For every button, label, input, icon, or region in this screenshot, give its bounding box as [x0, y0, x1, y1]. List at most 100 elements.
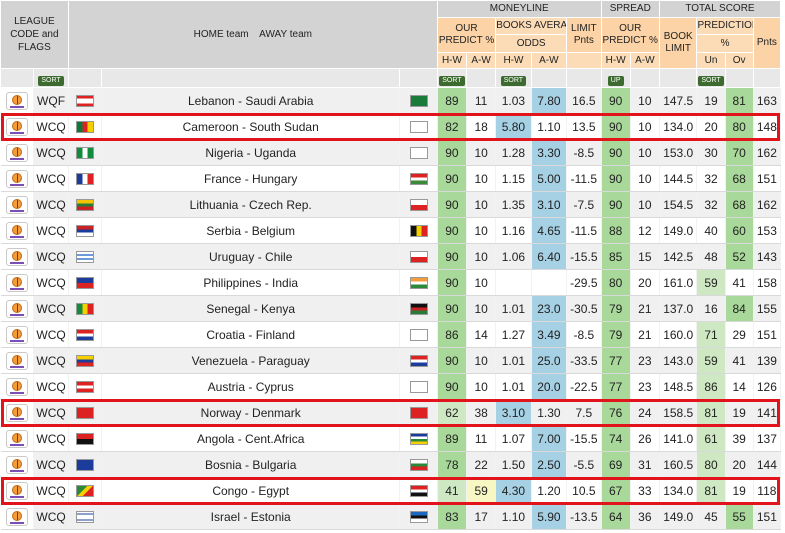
away-team: Saudi Arabia: [245, 93, 314, 108]
home-flag-cell: [68, 269, 103, 296]
table-row[interactable]: WCQ Bosnia - Bulgaria 78 22 1.50 2.50 -5…: [0, 451, 782, 478]
league-code: WQF: [33, 87, 69, 114]
home-flag-icon: [75, 303, 94, 316]
limit-pnts: -15.5: [566, 425, 602, 452]
home-flag-icon: [75, 121, 94, 134]
match-cell[interactable]: Angola - Cent.Africa: [101, 425, 401, 452]
table-row[interactable]: WCQ Nigeria - Uganda 90 10 1.28 3.30 -8.…: [0, 139, 782, 166]
home-team: Senegal: [206, 301, 251, 316]
prediction-over: 41: [725, 347, 754, 374]
league-code: WCQ: [33, 347, 69, 374]
league-logo-cell: [0, 399, 35, 426]
home-flag-cell: [68, 295, 103, 322]
sort-odds-button[interactable]: SORT: [500, 76, 527, 86]
table-row[interactable]: WCQ Congo - Egypt 41 59 4.30 1.20 10.5 6…: [0, 477, 782, 504]
table-row[interactable]: WCQ Austria - Cyprus 90 10 1.01 20.0 -22…: [0, 373, 782, 400]
basketball-trophy-icon: [5, 455, 28, 474]
odds-hw: 3.10: [495, 399, 532, 426]
away-flag-cell: [399, 451, 438, 478]
un-header: Un: [696, 52, 726, 69]
match-cell[interactable]: Lithuania - Czech Rep.: [101, 191, 401, 218]
table-row[interactable]: WCQ Norway - Denmark 62 38 3.10 1.30 7.5…: [0, 399, 782, 426]
book-limit: 153.0: [659, 139, 698, 166]
table-row[interactable]: WCQ Philippines - India 90 10 -29.5 80 2…: [0, 269, 782, 296]
table-row[interactable]: WCQ Croatia - Finland 86 14 1.27 3.49 -8…: [0, 321, 782, 348]
limit-pnts: 16.5: [566, 87, 602, 114]
table-row[interactable]: WQF Lebanon - Saudi Arabia 89 11 1.03 7.…: [0, 87, 782, 114]
ml-predict-aw: 59: [466, 477, 497, 504]
sort-prediction-button[interactable]: SORT: [698, 76, 724, 86]
away-flag-cell: [399, 425, 438, 452]
prediction-under: 86: [696, 373, 726, 400]
match-cell[interactable]: Philippines - India: [101, 269, 401, 296]
home-team: Angola: [196, 431, 235, 446]
limit-pnts: -30.5: [566, 295, 602, 322]
away-flag-icon: [409, 433, 428, 446]
table-row[interactable]: WCQ France - Hungary 90 10 1.15 5.00 -11…: [0, 165, 782, 192]
table-row[interactable]: WCQ Uruguay - Chile 90 10 1.06 6.40 -15.…: [0, 243, 782, 270]
league-code: WCQ: [33, 139, 69, 166]
table-row[interactable]: WCQ Senegal - Kenya 90 10 1.01 23.0 -30.…: [0, 295, 782, 322]
prediction-pnts: 151: [753, 503, 782, 530]
match-cell[interactable]: Bosnia - Bulgaria: [101, 451, 401, 478]
sort-spread-button[interactable]: UP: [607, 76, 624, 86]
table-row[interactable]: WCQ Angola - Cent.Africa 89 11 1.07 7.00…: [0, 425, 782, 452]
away-flag-icon: [409, 225, 428, 238]
match-cell[interactable]: Venezuela - Paraguay: [101, 347, 401, 374]
league-logo-cell: [0, 217, 35, 244]
league-code: WCQ: [33, 477, 69, 504]
odds-hw: 4.30: [495, 477, 532, 504]
book-limit: 141.0: [659, 425, 698, 452]
our-predict-header: OUR PREDICT %: [436, 17, 497, 53]
league-code: WCQ: [33, 425, 69, 452]
table-row[interactable]: WCQ Serbia - Belgium 90 10 1.16 4.65 -11…: [0, 217, 782, 244]
book-limit: 149.0: [659, 503, 698, 530]
spread-predict-aw: 15: [630, 243, 660, 270]
table-row[interactable]: WCQ Israel - Estonia 83 17 1.10 5.90 -13…: [0, 503, 782, 530]
match-cell[interactable]: Croatia - Finland: [101, 321, 401, 348]
match-cell[interactable]: Lebanon - Saudi Arabia: [101, 87, 401, 114]
home-team: Lebanon: [187, 93, 235, 108]
prediction-under: 81: [696, 399, 726, 426]
basketball-trophy-icon: [5, 195, 28, 214]
basketball-trophy-icon: [5, 273, 28, 292]
sort-league-button[interactable]: SORT: [38, 76, 64, 86]
ml-predict-hw: 90: [437, 373, 468, 400]
match-cell[interactable]: Austria - Cyprus: [101, 373, 401, 400]
prediction-under: 32: [696, 191, 726, 218]
spread-predict-hw: 69: [601, 451, 631, 478]
match-cell[interactable]: Cameroon - South Sudan: [101, 113, 401, 140]
match-cell[interactable]: Nigeria - Uganda: [101, 139, 401, 166]
table-row[interactable]: WCQ Lithuania - Czech Rep. 90 10 1.35 3.…: [0, 191, 782, 218]
league-code: WCQ: [33, 191, 69, 218]
away-flag-icon: [409, 459, 428, 472]
league-code: WCQ: [33, 503, 69, 530]
match-cell[interactable]: Uruguay - Chile: [101, 243, 401, 270]
league-logo-cell: [0, 87, 35, 114]
match-cell[interactable]: Congo - Egypt: [101, 477, 401, 504]
basketball-trophy-icon: [5, 169, 28, 188]
ml-predict-hw: 83: [437, 503, 468, 530]
home-flag-cell: [68, 451, 103, 478]
match-cell[interactable]: Norway - Denmark: [101, 399, 401, 426]
prediction-under: 59: [696, 269, 726, 296]
prediction-under: 20: [696, 113, 726, 140]
prediction-pnts: 144: [753, 451, 782, 478]
odds-hw: 1.28: [495, 139, 532, 166]
sort-predict-button[interactable]: SORT: [439, 76, 465, 86]
match-cell[interactable]: Israel - Estonia: [101, 503, 401, 530]
match-cell[interactable]: Senegal - Kenya: [101, 295, 401, 322]
match-cell[interactable]: France - Hungary: [101, 165, 401, 192]
ml-predict-hw: 90: [437, 139, 468, 166]
away-flag-icon: [409, 355, 428, 368]
ml-predict-aw: 10: [466, 217, 497, 244]
table-row[interactable]: WCQ Venezuela - Paraguay 90 10 1.01 25.0…: [0, 347, 782, 374]
away-team: Belgium: [251, 223, 296, 238]
ml-predict-aw: 14: [466, 321, 497, 348]
prediction-under: 59: [696, 347, 726, 374]
away-flag-icon: [409, 303, 428, 316]
odds-hw-header: H-W: [495, 52, 532, 69]
table-row[interactable]: WCQ Cameroon - South Sudan 82 18 5.80 1.…: [0, 113, 782, 140]
match-cell[interactable]: Serbia - Belgium: [101, 217, 401, 244]
home-flag-icon: [75, 511, 94, 524]
